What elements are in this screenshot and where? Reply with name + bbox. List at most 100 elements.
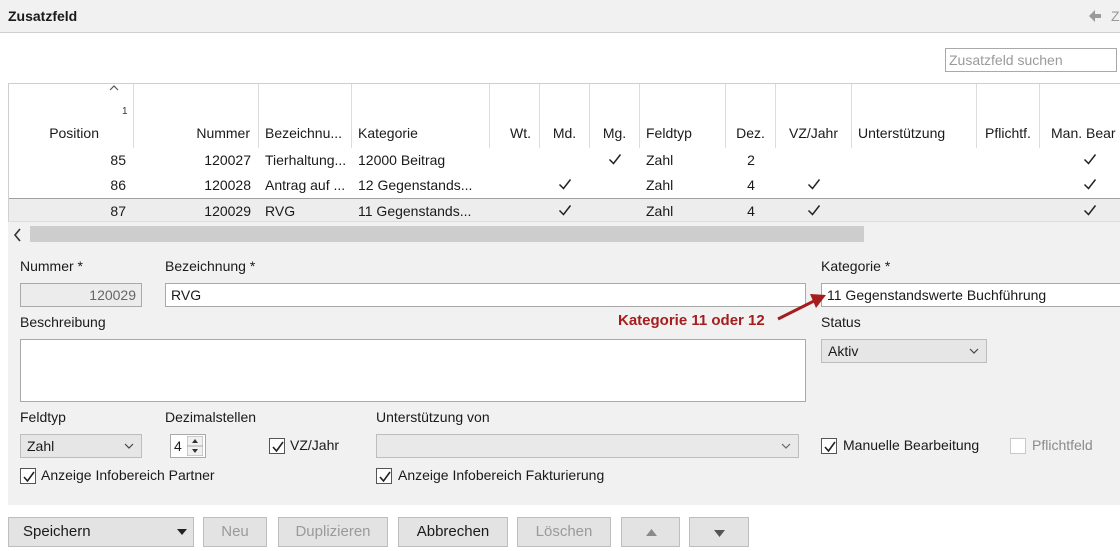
stepper-arrows-icon[interactable] — [187, 436, 203, 456]
status-value: Aktiv — [828, 343, 859, 359]
manuelle-bearbeitung-checkbox[interactable] — [821, 438, 837, 454]
cell-dez: 4 — [747, 177, 755, 193]
column-label: Pflichtf. — [985, 125, 1031, 141]
column-label: Bezeichnu... — [265, 125, 343, 141]
column-label: Wt. — [510, 125, 531, 141]
beschreibung-textarea[interactable] — [20, 339, 806, 402]
column-label: Unterstützung — [858, 125, 946, 141]
column-header-nummer[interactable]: Nummer — [134, 84, 259, 148]
column-header-unterstuetzung[interactable]: Unterstützung — [852, 84, 977, 148]
cell-position: 85 — [110, 152, 126, 168]
cell-nummer: 120028 — [204, 177, 251, 193]
column-label: Nummer — [196, 125, 250, 141]
cell-feldtyp: Zahl — [646, 177, 674, 193]
cell-md — [540, 203, 590, 220]
feldtyp-value: Zahl — [27, 438, 55, 454]
caret-down-icon[interactable] — [177, 529, 187, 535]
move-down-button[interactable] — [689, 517, 749, 547]
column-header-kategorie[interactable]: Kategorie — [352, 84, 490, 148]
cell-bezeichnung: RVG — [265, 203, 296, 219]
cell-position: 86 — [110, 177, 126, 193]
search-input[interactable] — [945, 48, 1117, 72]
column-header-pflichtfeld[interactable]: Pflichtf. — [977, 84, 1040, 148]
table-row[interactable]: 85 120027 Tierhaltung... 12000 Beitrag Zahl 2 — [9, 148, 1120, 173]
cell-mg — [590, 152, 640, 169]
cell-feldtyp: Zahl — [646, 203, 674, 219]
back-arrow-icon[interactable] — [1085, 6, 1105, 26]
chevron-down-icon — [969, 348, 979, 354]
cell-vz — [776, 177, 852, 194]
bezeichnung-label: Bezeichnung * — [165, 258, 256, 274]
bezeichnung-field[interactable]: RVG — [165, 283, 806, 307]
status-label: Status — [821, 314, 861, 330]
column-label: VZ/Jahr — [788, 125, 838, 141]
checkmark-icon — [558, 205, 572, 216]
manuelle-bearbeitung-label: Manuelle Bearbeitung — [843, 437, 980, 453]
column-label: Mg. — [602, 125, 627, 141]
kategorie-label: Kategorie * — [821, 258, 891, 274]
delete-button[interactable]: Löschen — [517, 517, 611, 547]
infobereich-partner-label: Anzeige Infobereich Partner — [41, 467, 215, 483]
checkmark-icon — [1083, 179, 1097, 190]
cell-bezeichnung: Antrag auf ... — [265, 177, 346, 193]
cell-vz — [776, 203, 852, 220]
back-label[interactable]: Z — [1111, 8, 1120, 24]
column-header-dez[interactable]: Dez. — [726, 84, 776, 148]
column-header-mg[interactable]: Mg. — [590, 84, 640, 148]
status-select[interactable]: Aktiv — [821, 339, 987, 363]
title-bar: Zusatzfeld Z — [0, 0, 1120, 33]
cell-man — [1040, 203, 1120, 220]
scrollbar-thumb[interactable] — [30, 226, 864, 242]
scroll-left-icon[interactable] — [13, 225, 23, 245]
move-up-button[interactable] — [621, 517, 680, 547]
cell-man — [1040, 152, 1120, 169]
feldtyp-select[interactable]: Zahl — [20, 434, 142, 458]
dezimalstellen-label: Dezimalstellen — [165, 409, 257, 425]
cell-md — [540, 177, 590, 194]
column-label: Feldtyp — [646, 125, 692, 141]
cell-bezeichnung: Tierhaltung... — [265, 152, 347, 168]
new-button[interactable]: Neu — [203, 517, 267, 547]
triangle-up-icon — [646, 529, 657, 536]
infobereich-partner-checkbox[interactable] — [20, 468, 36, 484]
infobereich-fakturierung-checkbox[interactable] — [376, 468, 392, 484]
checkmark-icon — [558, 179, 572, 190]
triangle-down-icon — [714, 530, 725, 537]
cancel-button[interactable]: Abbrechen — [398, 517, 508, 547]
table-row[interactable]: 86 120028 Antrag auf ... 12 Gegenstands... Z… — [9, 173, 1120, 198]
dezimalstellen-value: 4 — [174, 438, 182, 454]
column-header-feldtyp[interactable]: Feldtyp — [640, 84, 726, 148]
column-label: Dez. — [736, 125, 765, 141]
table-row[interactable]: 87 120029 RVG 11 Gegenstands... Zahl 4 — [9, 198, 1120, 223]
column-label: Kategorie — [358, 125, 418, 141]
cell-dez: 2 — [747, 152, 755, 168]
column-header-md[interactable]: Md. — [540, 84, 590, 148]
unterstuetzung-select[interactable] — [376, 434, 799, 458]
chevron-down-icon — [781, 443, 791, 449]
cell-nummer: 120027 — [204, 152, 251, 168]
pflichtfeld-label: Pflichtfeld — [1032, 437, 1093, 453]
cell-position: 87 — [110, 203, 126, 219]
vzjahr-checkbox[interactable] — [269, 438, 285, 454]
column-header-bezeichnung[interactable]: Bezeichnu... — [259, 84, 352, 148]
infobereich-fakturierung-label: Anzeige Infobereich Fakturierung — [398, 467, 605, 483]
column-header-vzjahr[interactable]: VZ/Jahr — [776, 84, 852, 148]
column-label: Md. — [552, 125, 577, 141]
cell-man — [1040, 177, 1120, 194]
column-header-position[interactable]: 1 Position — [9, 84, 134, 148]
sort-ascending-icon — [109, 85, 119, 91]
column-header-wt[interactable]: Wt. — [490, 84, 540, 148]
save-button[interactable]: Speichern — [8, 517, 194, 547]
column-header-manuelle[interactable]: Man. Bear — [1040, 84, 1120, 148]
horizontal-scrollbar[interactable] — [8, 221, 1120, 246]
checkmark-icon — [1083, 154, 1097, 165]
unterstuetzung-label: Unterstützung von — [376, 409, 490, 425]
pflichtfeld-checkbox[interactable] — [1010, 438, 1026, 454]
cell-kategorie: 11 Gegenstands... — [358, 203, 472, 219]
kategorie-field[interactable]: 11 Gegenstandswerte Buchführung — [821, 283, 1120, 307]
duplicate-button[interactable]: Duplizieren — [278, 517, 388, 547]
checkmark-icon — [1083, 205, 1097, 216]
cell-nummer: 120029 — [204, 203, 251, 219]
window-title: Zusatzfeld — [8, 8, 78, 24]
nummer-label: Nummer * — [20, 258, 84, 274]
